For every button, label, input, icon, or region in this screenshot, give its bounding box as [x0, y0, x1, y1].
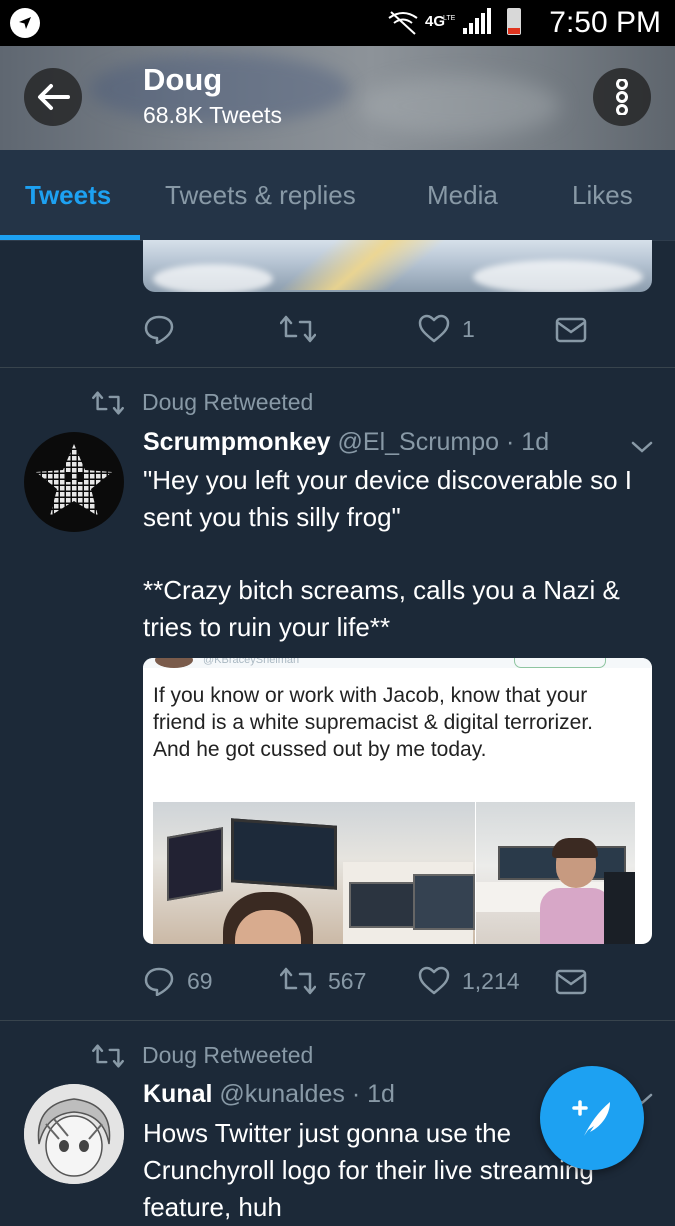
direct-message-icon: [555, 317, 587, 343]
navigation-indicator-icon: [10, 8, 40, 38]
embed-handle: @KBraceyShelman: [203, 658, 300, 666]
tweet-count: 68.8K Tweets: [143, 102, 282, 128]
embed-photo-left: [153, 802, 475, 944]
tab-tweets[interactable]: Tweets: [25, 180, 111, 211]
back-arrow-icon: [38, 84, 70, 110]
retweet-icon: [92, 1043, 124, 1068]
tab-likes[interactable]: Likes: [572, 180, 633, 211]
profile-tabs: Tweets Tweets & replies Media Likes: [0, 150, 675, 241]
tweet-header: Scrumpmonkey @El_Scrumpo · 1d: [143, 428, 549, 457]
chevron-down-icon[interactable]: [631, 440, 653, 454]
retweet-context-label: Doug Retweeted: [142, 389, 314, 415]
reply-button[interactable]: 69: [143, 966, 213, 996]
like-button[interactable]: 1,214: [418, 966, 520, 996]
clock: 7:50 PM: [549, 6, 661, 39]
tweet-divider: [0, 1020, 675, 1021]
image-detail: [473, 260, 643, 292]
heart-icon: [418, 966, 450, 995]
signal-icons: 4G LTE: [388, 8, 521, 35]
overflow-menu-icon: [616, 79, 628, 115]
like-count: 1: [462, 315, 475, 342]
reply-icon: [144, 315, 174, 344]
svg-text:4G: 4G: [425, 13, 445, 30]
avatar-image: [36, 444, 112, 516]
user-handle[interactable]: @El_Scrumpo: [338, 428, 500, 456]
embed-follow-button: [514, 658, 606, 668]
status-bar: 4G LTE 7:50 PM: [0, 0, 675, 46]
reply-count: 69: [187, 967, 213, 994]
retweet-icon: [280, 315, 316, 343]
like-count: 1,214: [462, 967, 520, 994]
tab-tweets-and-replies[interactable]: Tweets & replies: [165, 180, 356, 211]
direct-message-button[interactable]: [555, 316, 599, 344]
direct-message-icon: [555, 969, 587, 995]
svg-text:LTE: LTE: [443, 15, 456, 22]
retweet-count: 567: [328, 967, 367, 994]
display-name[interactable]: Kunal: [143, 1080, 212, 1108]
profile-header: Doug 68.8K Tweets: [0, 46, 675, 150]
tweet-divider: [0, 367, 675, 368]
avatar-image: [24, 1084, 124, 1184]
tweet-text-continued: **Crazy bitch screams, calls you a Nazi …: [143, 575, 620, 642]
overflow-menu-button[interactable]: [593, 68, 651, 126]
user-handle[interactable]: @kunaldes: [219, 1080, 344, 1108]
heart-icon: [418, 314, 450, 343]
retweet-icon: [280, 967, 316, 995]
retweet-context: Doug Retweeted: [92, 389, 313, 416]
embed-photo-right: [476, 802, 635, 944]
profile-name: Doug: [143, 62, 223, 97]
back-button[interactable]: [24, 68, 82, 126]
tweet-text: "Hey you left your device discoverable s…: [143, 465, 633, 532]
retweet-context: Doug Retweeted: [92, 1042, 313, 1069]
compose-tweet-button[interactable]: [540, 1066, 644, 1170]
tweet-header: Kunal @kunaldes · 1d: [143, 1080, 395, 1109]
image-detail: [153, 264, 273, 292]
reply-icon: [144, 967, 174, 996]
retweet-context-label: Doug Retweeted: [142, 1042, 314, 1068]
tweet-time: · 1d: [351, 1080, 395, 1108]
retweet-button[interactable]: [280, 314, 328, 344]
retweet-icon: [92, 390, 124, 415]
compose-tweet-icon: [572, 1100, 610, 1136]
header-background-shape: [360, 76, 560, 136]
direct-message-button[interactable]: [555, 968, 599, 996]
like-button[interactable]: 1: [418, 314, 475, 344]
active-tab-indicator: [0, 235, 140, 240]
image-detail: [275, 240, 461, 290]
avatar[interactable]: [24, 432, 124, 532]
display-name[interactable]: Scrumpmonkey: [143, 428, 331, 456]
tweet-time: · 1d: [506, 428, 550, 456]
embed-text: If you know or work with Jacob, know tha…: [153, 684, 594, 761]
avatar[interactable]: [24, 1084, 124, 1184]
tab-media[interactable]: Media: [427, 180, 498, 211]
tweet-media-image[interactable]: [143, 240, 652, 292]
retweet-button[interactable]: 567: [280, 966, 366, 996]
reply-button[interactable]: [143, 314, 187, 344]
tweet-media-screenshot[interactable]: @KBraceyShelman If you know or work with…: [143, 658, 652, 944]
